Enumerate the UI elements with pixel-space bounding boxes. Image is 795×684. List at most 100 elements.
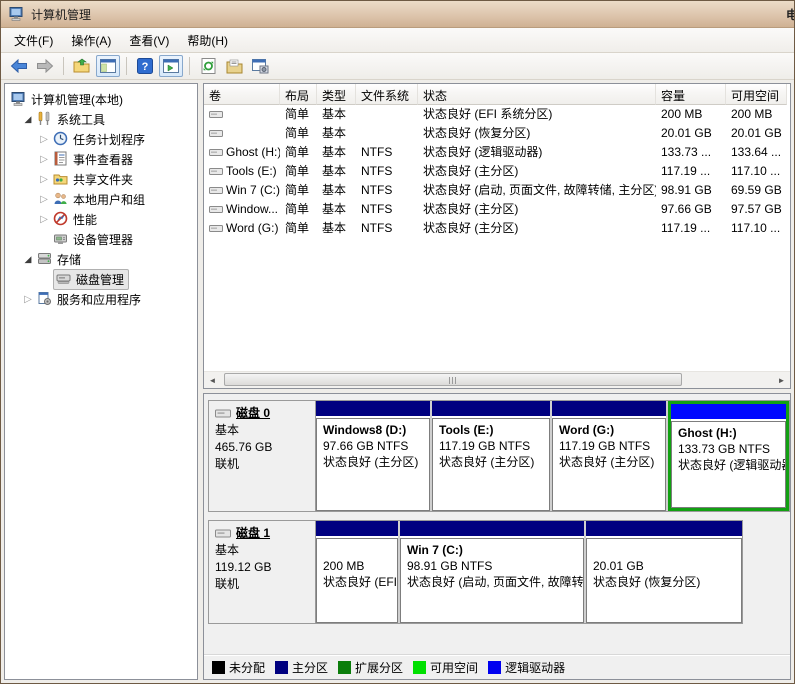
- shared-folders-icon: [53, 171, 69, 187]
- menubar: 文件(F) 操作(A) 查看(V) 帮助(H): [1, 28, 794, 53]
- main-area: 计算机管理(本地) ◢ 系统工具 ▷ 任务计划程序 ▷ 事件查看器 ▷ 共享文件…: [1, 80, 794, 683]
- volume-list-empty-space: [204, 238, 790, 371]
- tree-item-storage[interactable]: ◢ 存储: [5, 249, 197, 269]
- volume-icon: [209, 204, 223, 215]
- folder-arrow-icon: [73, 58, 91, 74]
- expand-triangle-icon[interactable]: ▷: [39, 134, 49, 145]
- volume-icon: [209, 223, 223, 234]
- expand-triangle-icon[interactable]: ▷: [23, 294, 33, 305]
- svg-text:?: ?: [142, 61, 149, 73]
- forward-icon: [36, 59, 54, 73]
- console-window-icon: [100, 59, 116, 73]
- tree-item-local-users-groups[interactable]: ▷ 本地用户和组: [5, 189, 197, 209]
- scrollbar-track[interactable]: [221, 372, 773, 388]
- tree-item-system-tools[interactable]: ◢ 系统工具: [5, 109, 197, 129]
- expand-triangle-icon[interactable]: ▷: [39, 174, 49, 185]
- disk-0-row: 磁盘 0 基本 465.76 GB 联机 Windows8 (D:): [208, 400, 790, 512]
- scroll-right-button[interactable]: ►: [773, 372, 790, 388]
- legend-free-space: 可用空间: [413, 659, 478, 676]
- partition-tools-e[interactable]: Tools (E:) 117.19 GB NTFS 状态良好 (主分区): [432, 401, 550, 511]
- expand-triangle-icon[interactable]: ▷: [39, 154, 49, 165]
- partition-win7-c[interactable]: Win 7 (C:) 98.91 GB NTFS 状态良好 (启动, 页面文件,…: [400, 521, 584, 623]
- forward-button[interactable]: [33, 55, 57, 77]
- snap-in-button[interactable]: [248, 55, 272, 77]
- column-header-layout[interactable]: 布局: [280, 84, 317, 105]
- primary-partition-bar: [552, 401, 666, 416]
- volume-row-efi[interactable]: 简单 基本 状态良好 (EFI 系统分区) 200 MB 200 MB: [204, 105, 790, 124]
- column-header-volume[interactable]: 卷: [204, 84, 280, 105]
- menu-help[interactable]: 帮助(H): [178, 29, 237, 52]
- tree-item-label: 性能: [73, 211, 97, 228]
- tree-item-device-manager[interactable]: 设备管理器: [5, 229, 197, 249]
- volume-row-word-g[interactable]: Word (G:) 简单 基本 NTFS 状态良好 (主分区) 117.19 .…: [204, 219, 790, 238]
- column-header-free-space[interactable]: 可用空间: [726, 84, 787, 105]
- disk-icon: [215, 528, 231, 540]
- window-title: 计算机管理: [31, 6, 91, 23]
- scrollbar-thumb[interactable]: [224, 373, 682, 386]
- back-button[interactable]: [7, 55, 31, 77]
- free-space-swatch: [413, 661, 426, 674]
- volume-row-tools-e[interactable]: Tools (E:) 简单 基本 NTFS 状态良好 (主分区) 117.19 …: [204, 162, 790, 181]
- graphical-view-pane: 磁盘 0 基本 465.76 GB 联机 Windows8 (D:): [203, 393, 791, 680]
- console-root-button[interactable]: [70, 55, 94, 77]
- tree-item-label: 服务和应用程序: [57, 291, 141, 308]
- column-header-capacity[interactable]: 容量: [656, 84, 726, 105]
- volume-icon: [209, 147, 223, 158]
- primary-partition-bar: [586, 521, 742, 536]
- partition-recovery[interactable]: 20.01 GB 状态良好 (恢复分区): [586, 521, 742, 623]
- performance-icon: [53, 211, 69, 227]
- disk-0-label[interactable]: 磁盘 0 基本 465.76 GB 联机: [209, 401, 316, 511]
- task-scheduler-icon: [53, 131, 69, 147]
- column-header-status[interactable]: 状态: [418, 84, 656, 105]
- tree-item-services-applications[interactable]: ▷ 服务和应用程序: [5, 289, 197, 309]
- tree-item-shared-folders[interactable]: ▷ 共享文件夹: [5, 169, 197, 189]
- partition-windows8-d[interactable]: Windows8 (D:) 97.66 GB NTFS 状态良好 (主分区): [316, 401, 430, 511]
- volume-row-recovery[interactable]: 简单 基本 状态良好 (恢复分区) 20.01 GB 20.01 GB: [204, 124, 790, 143]
- expand-triangle-icon[interactable]: ▷: [39, 194, 49, 205]
- column-header-filesystem[interactable]: 文件系统: [356, 84, 418, 105]
- tree-item-task-scheduler[interactable]: ▷ 任务计划程序: [5, 129, 197, 149]
- refresh-icon: [201, 58, 216, 74]
- legend-extended-partition: 扩展分区: [338, 659, 403, 676]
- help-button[interactable]: ?: [133, 55, 157, 77]
- show-action-pane-button[interactable]: [159, 55, 183, 77]
- column-header-type[interactable]: 类型: [317, 84, 356, 105]
- expand-triangle-icon[interactable]: ▷: [39, 214, 49, 225]
- extended-partition-swatch: [338, 661, 351, 674]
- tree-item-performance[interactable]: ▷ 性能: [5, 209, 197, 229]
- computer-management-app-icon: [9, 6, 25, 22]
- disk-management-panel: 卷 布局 类型 文件系统 状态 容量 可用空间 简单 基本 状态良好 (EFI …: [203, 83, 791, 680]
- tree-root-computer-management[interactable]: 计算机管理(本地): [5, 89, 197, 109]
- disk-1-row: 磁盘 1 基本 119.12 GB 联机 200 MB: [208, 520, 743, 624]
- menu-view[interactable]: 查看(V): [120, 29, 178, 52]
- menu-file[interactable]: 文件(F): [5, 29, 62, 52]
- partition-ghost-h[interactable]: Ghost (H:) 133.73 GB NTFS 状态良好 (逻辑驱动器): [668, 401, 789, 511]
- volume-row-ghost-h[interactable]: Ghost (H:) 简单 基本 NTFS 状态良好 (逻辑驱动器) 133.7…: [204, 143, 790, 162]
- back-icon: [10, 59, 28, 73]
- partition-efi-system[interactable]: 200 MB 状态良好 (EFI 系统分区): [316, 521, 398, 623]
- volume-row-windows8-d[interactable]: Window... 简单 基本 NTFS 状态良好 (主分区) 97.66 GB…: [204, 200, 790, 219]
- tree-item-event-viewer[interactable]: ▷ 事件查看器: [5, 149, 197, 169]
- toolbar-separator: [63, 57, 64, 75]
- event-viewer-icon: [53, 151, 69, 167]
- primary-partition-swatch: [275, 661, 288, 674]
- tree-item-disk-management[interactable]: 磁盘管理: [5, 269, 197, 289]
- tree-item-label: 磁盘管理: [76, 271, 124, 288]
- show-console-tree-button[interactable]: [96, 55, 120, 77]
- scroll-left-button[interactable]: ◄: [204, 372, 221, 388]
- partition-word-g[interactable]: Word (G:) 117.19 GB NTFS 状态良好 (主分区): [552, 401, 666, 511]
- properties-button[interactable]: [222, 55, 246, 77]
- system-tools-icon: [37, 111, 53, 127]
- disk-status: 联机: [215, 576, 309, 593]
- disk-1-label[interactable]: 磁盘 1 基本 119.12 GB 联机: [209, 521, 316, 623]
- selected-item-highlight[interactable]: 磁盘管理: [53, 269, 129, 290]
- menu-action[interactable]: 操作(A): [62, 29, 120, 52]
- horizontal-scrollbar[interactable]: ◄ ►: [204, 371, 790, 388]
- titlebar[interactable]: 计算机管理 电: [1, 1, 794, 28]
- refresh-button[interactable]: [196, 55, 220, 77]
- collapse-triangle-icon[interactable]: ◢: [23, 254, 33, 265]
- collapse-triangle-icon[interactable]: ◢: [23, 114, 33, 125]
- volume-row-win7-c[interactable]: Win 7 (C:) 简单 基本 NTFS 状态良好 (启动, 页面文件, 故障…: [204, 181, 790, 200]
- action-pane-window-icon: [163, 59, 179, 73]
- legend-logical-drive: 逻辑驱动器: [488, 659, 565, 676]
